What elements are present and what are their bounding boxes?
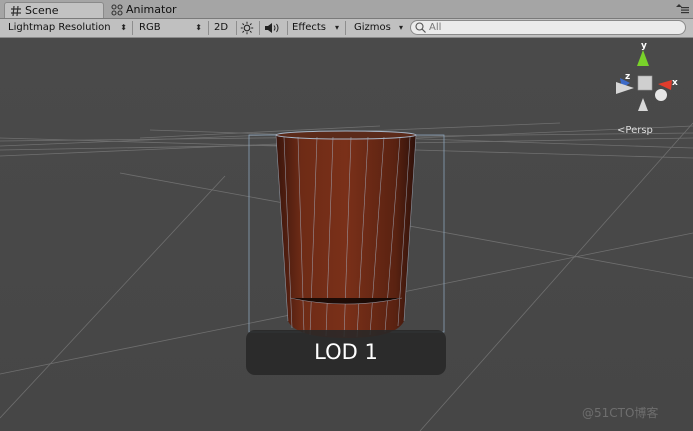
- effects-label: Effects: [292, 22, 326, 33]
- y-axis-label: y: [641, 41, 647, 51]
- divider: [259, 21, 260, 35]
- divider: [287, 21, 288, 35]
- sun-icon: [240, 21, 254, 35]
- watermark: @51CTO博客: [582, 406, 659, 420]
- dropdown-updown-icon: ⬍: [120, 23, 127, 32]
- projection-label: Persp: [625, 125, 653, 136]
- projection-toggle[interactable]: <Persp: [617, 125, 653, 136]
- audio-toggle[interactable]: [264, 20, 284, 36]
- search-placeholder: All: [429, 22, 442, 33]
- animator-icon: [111, 4, 123, 16]
- color-mode-dropdown[interactable]: RGB ⬍: [139, 20, 205, 36]
- effects-dropdown[interactable]: Effects ▾: [292, 20, 342, 36]
- render-mode-label: Lightmap Resolution: [8, 22, 111, 33]
- tab-scene-label: Scene: [25, 4, 59, 17]
- divider: [236, 21, 237, 35]
- tab-animator[interactable]: Animator: [106, 2, 216, 18]
- search-icon: [415, 22, 426, 33]
- barrel-mesh[interactable]: [275, 130, 417, 338]
- toggle-2d-label: 2D: [214, 22, 229, 33]
- divider: [132, 21, 133, 35]
- toggle-2d-button[interactable]: 2D: [214, 20, 234, 36]
- lod-label: LOD 1: [314, 340, 378, 364]
- chevron-down-icon: ▾: [398, 23, 403, 32]
- search-field[interactable]: All: [410, 20, 686, 35]
- lighting-toggle[interactable]: [240, 20, 256, 36]
- render-mode-dropdown[interactable]: Lightmap Resolution ⬍: [8, 20, 130, 36]
- tab-scene[interactable]: Scene: [4, 2, 104, 18]
- dropdown-updown-icon: ⬍: [195, 23, 202, 32]
- divider: [345, 21, 346, 35]
- tab-animator-label: Animator: [126, 3, 177, 16]
- chevron-down-icon: ▾: [334, 23, 339, 32]
- gizmos-label: Gizmos: [354, 22, 391, 33]
- z-axis-label: z: [625, 72, 630, 82]
- color-mode-label: RGB: [139, 22, 161, 33]
- divider: [208, 21, 209, 35]
- hash-icon: [11, 5, 21, 17]
- tab-bar: Scene Animator: [0, 0, 693, 19]
- x-axis-label: x: [672, 78, 678, 88]
- gizmos-dropdown[interactable]: Gizmos ▾: [354, 20, 406, 36]
- scene-toolbar: Lightmap Resolution ⬍ RGB ⬍ 2D Effects ▾…: [0, 19, 693, 38]
- lod-overlay: LOD 1: [246, 330, 446, 375]
- speaker-icon: [265, 23, 279, 33]
- menu-icon[interactable]: [675, 4, 689, 14]
